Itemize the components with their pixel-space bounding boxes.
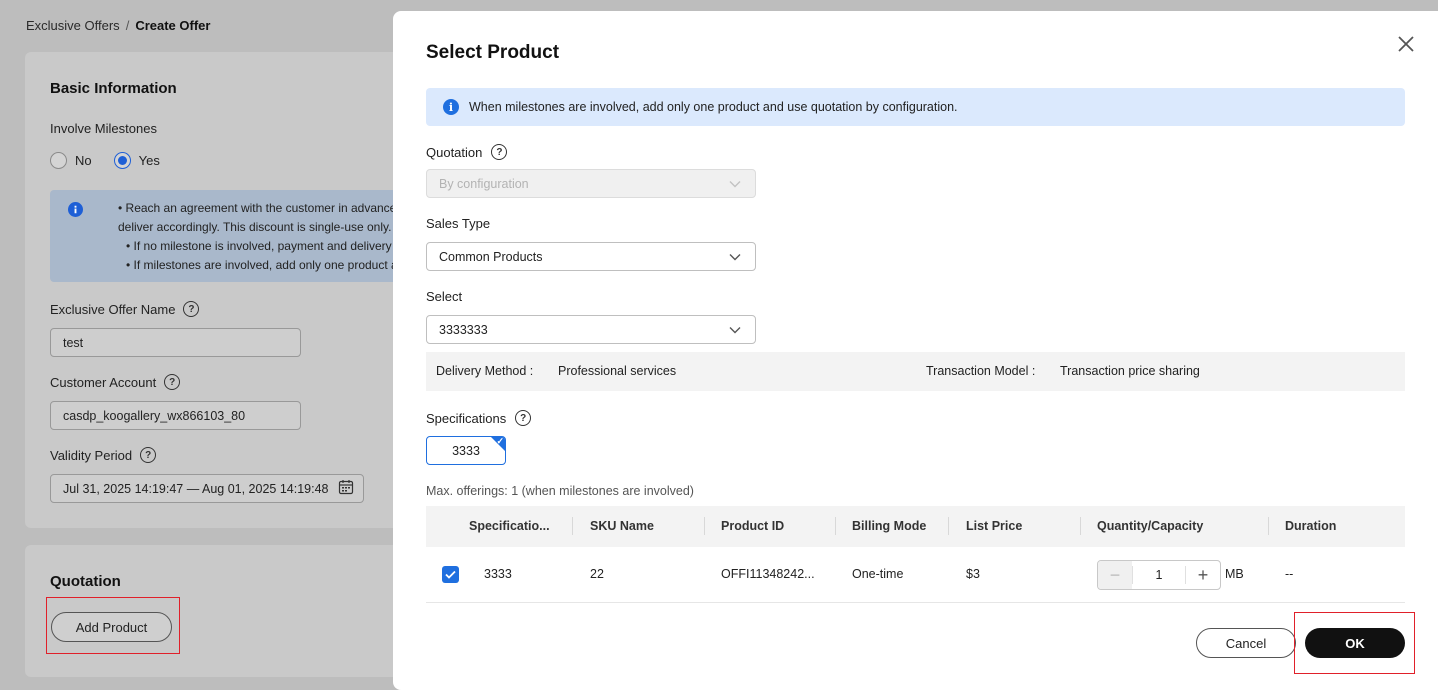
product-select-value: 3333333 [439,322,488,337]
column-divider [835,517,836,535]
increment-button[interactable]: + [1186,561,1220,589]
radio-yes[interactable]: Yes [113,152,160,169]
quotation-label-text: Quotation [426,144,483,160]
spec-option-chip[interactable]: 3333 ✓ [426,436,506,465]
table-header: Specificatio... SKU Name Product ID Bill… [426,506,1405,547]
chevron-down-icon[interactable] [729,326,741,334]
cell-specification: 3333 [484,567,512,581]
transaction-model-value: Transaction price sharing [1060,364,1200,378]
banner-text: When milestones are involved, add only o… [469,100,958,114]
calendar-icon[interactable] [338,479,354,498]
chevron-down-icon [729,180,741,187]
product-info-strip: Delivery Method : Professional services … [426,352,1405,391]
specifications-label: Specifications ? [426,410,532,426]
cancel-button[interactable]: Cancel [1196,628,1296,658]
select-label: Select [426,289,463,304]
radio-yes-circle[interactable] [113,152,131,169]
offer-name-label: Exclusive Offer Name ? [50,301,200,317]
customer-account-label-text: Customer Account [50,374,157,390]
sales-type-value: Common Products [439,249,543,264]
sales-type-label: Sales Type [426,216,491,231]
cell-list-price: $3 [966,567,980,581]
check-icon: ✓ [496,436,504,446]
validity-period-input[interactable]: Jul 31, 2025 14:19:47 — Aug 01, 2025 14:… [50,474,364,503]
breadcrumb: Exclusive Offers / Create Offer [26,18,210,33]
breadcrumb-exclusive-offers[interactable]: Exclusive Offers [26,18,120,33]
help-icon[interactable]: ? [515,410,532,426]
column-header-specification[interactable]: Specificatio... [469,519,550,533]
column-divider [948,517,949,535]
milestones-radio-group: No Yes [50,152,160,169]
row-checkbox[interactable] [442,566,459,583]
notice-line-1: • Reach an agreement with the customer i… [118,201,403,215]
quotation-select-value: By configuration [439,176,529,191]
validity-period-label: Validity Period ? [50,447,157,463]
help-icon[interactable]: ? [140,447,157,463]
notice-line-4: • If milestones are involved, add only o… [126,258,410,272]
quantity-stepper[interactable]: − 1 + [1097,560,1221,590]
radio-no[interactable]: No [50,152,92,169]
delivery-method-value: Professional services [558,364,677,378]
basic-information-title: Basic Information [50,80,177,97]
check-icon [445,570,456,579]
max-offerings-note: Max. offerings: 1 (when milestones are i… [426,484,694,498]
notice-line-3: • If no milestone is involved, payment a… [126,239,410,253]
modal-title: Select Product [426,42,560,63]
transaction-model-label: Transaction Model : [926,364,1036,378]
sales-type-select[interactable]: Common Products [426,242,756,271]
chevron-down-icon[interactable] [729,253,741,261]
notice-line-2: deliver accordingly. This discount is si… [118,220,392,234]
quantity-value[interactable]: 1 [1132,566,1186,584]
milestone-notice: • Reach an agreement with the customer i… [50,190,410,282]
cell-sku-name: 22 [590,567,604,581]
info-icon [68,202,83,220]
involve-milestones-label: Involve Milestones [50,121,157,136]
help-icon[interactable]: ? [164,374,181,390]
decrement-button[interactable]: − [1098,561,1132,589]
basic-information-card: Basic Information Involve Milestones No … [25,52,410,528]
highlight-ok-button [1294,612,1415,674]
quotation-select: By configuration [426,169,756,198]
column-header-list-price[interactable]: List Price [966,519,1022,533]
sku-table: Specificatio... SKU Name Product ID Bill… [426,506,1405,603]
offer-name-input[interactable]: test [50,328,301,357]
quotation-label: Quotation ? [426,144,508,160]
column-divider [704,517,705,535]
customer-account-label: Customer Account ? [50,374,181,390]
radio-no-label: No [75,153,92,168]
column-divider [1268,517,1269,535]
delivery-method-label: Delivery Method : [436,364,534,378]
offer-name-label-text: Exclusive Offer Name [50,301,176,317]
highlight-add-product [46,597,180,654]
help-icon[interactable]: ? [491,144,508,160]
table-row[interactable]: 3333 22 OFFI11348242... One-time $3 − 1 … [426,547,1405,603]
column-header-billing-mode[interactable]: Billing Mode [852,519,926,533]
quotation-title: Quotation [50,573,121,590]
radio-yes-label: Yes [138,153,160,168]
specifications-label-text: Specifications [426,410,507,426]
column-header-sku-name[interactable]: SKU Name [590,519,654,533]
customer-account-input[interactable]: casdp_koogallery_wx866103_80 [50,401,301,430]
select-product-modal: Select Product i When milestones are inv… [393,11,1438,690]
breadcrumb-current: Create Offer [135,18,211,33]
close-icon[interactable] [1395,33,1417,55]
product-select[interactable]: 3333333 [426,315,756,344]
cell-billing-mode: One-time [852,567,904,581]
milestone-info-banner: i When milestones are involved, add only… [426,88,1405,126]
cell-product-id: OFFI11348242... [721,567,815,581]
column-divider [1080,517,1081,535]
column-header-quantity-capacity[interactable]: Quantity/Capacity [1097,519,1203,533]
column-divider [572,517,573,535]
help-icon[interactable]: ? [183,301,200,317]
cell-unit: MB [1225,567,1244,581]
validity-period-label-text: Validity Period [50,447,133,463]
info-icon: i [443,99,459,115]
radio-no-circle[interactable] [50,152,67,169]
spec-option-label: 3333 [452,443,480,458]
breadcrumb-separator: / [125,18,130,33]
column-header-product-id[interactable]: Product ID [721,519,784,533]
column-header-duration[interactable]: Duration [1285,519,1336,533]
cell-duration: -- [1285,567,1294,581]
validity-period-value: Jul 31, 2025 14:19:47 — Aug 01, 2025 14:… [63,481,329,496]
